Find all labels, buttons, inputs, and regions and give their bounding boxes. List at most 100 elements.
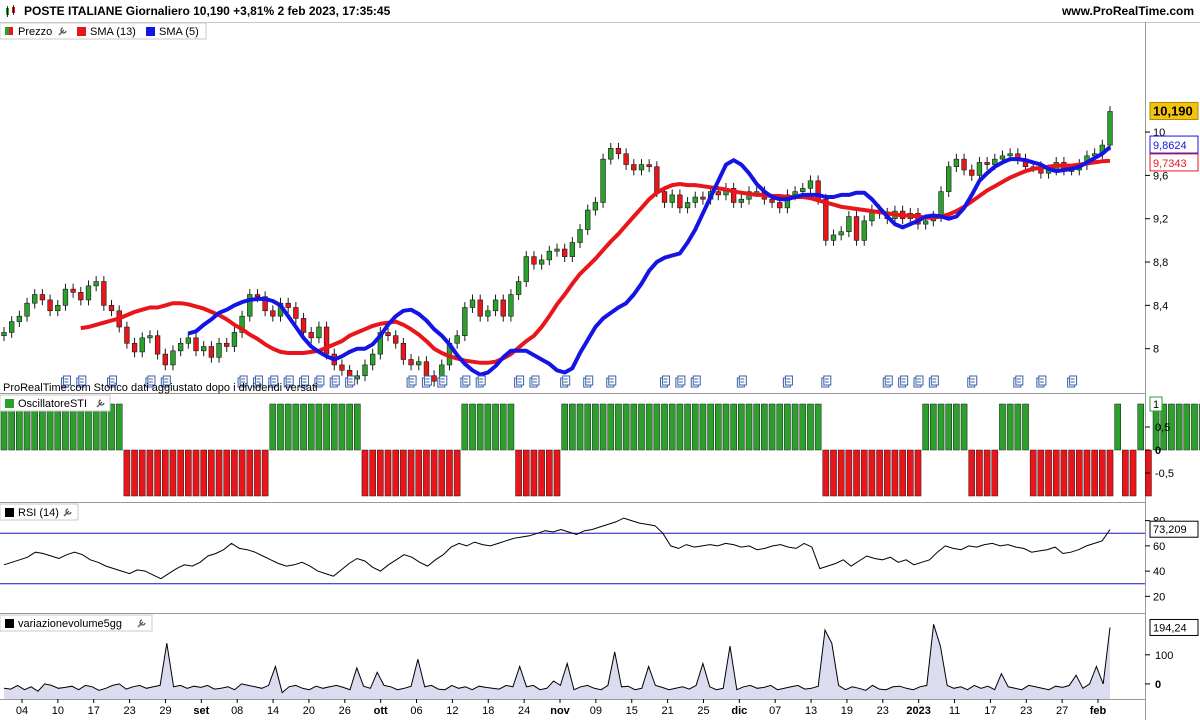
document-icon[interactable] [967,375,978,388]
document-icon[interactable] [529,375,540,388]
oscillator-bar [1191,403,1198,451]
candle [201,346,207,352]
document-icon[interactable] [1036,375,1047,388]
date-label: 09 [590,705,602,717]
document-icon[interactable] [345,375,356,388]
candle [853,216,860,241]
oscillator-bar [346,403,353,451]
oscillator-bar [899,449,906,497]
document-icon[interactable] [560,375,571,388]
oscillator-bar [438,449,446,497]
oscillator-bar [553,449,561,497]
oscillator-bar [330,403,338,451]
volume-panel[interactable]: 100 0 194,24 variazionevolume5gg [0,614,1199,699]
candle [492,299,499,312]
document-icon[interactable] [421,375,432,388]
oscillator-bar [246,449,254,497]
oscillator-bar [814,403,822,451]
candle [646,164,652,168]
oscillator-bar [738,403,745,451]
oscillator-panel[interactable]: 0,5 0 -0,5 1 OscillatoreSTI [0,394,1200,497]
date-label: 11 [949,705,960,717]
oscillator-bar [261,449,269,497]
legend-sma13: SMA (13) [90,26,136,38]
date-label: 08 [231,705,243,717]
date-label: 19 [841,705,853,717]
oscillator-bar [830,449,837,497]
document-icon[interactable] [913,375,924,388]
document-icon[interactable] [583,375,594,388]
candle [316,326,322,339]
oscillator-bar [1137,403,1145,451]
oscillator-bar [576,403,584,451]
document-icon[interactable] [514,375,525,388]
oscillator-bar [1037,449,1045,497]
volume-tag: 194,24 [1149,618,1199,636]
oscillator-bar [615,403,622,451]
oscillator-bar [369,449,376,497]
oscillator-bar [1006,403,1014,451]
document-icon[interactable] [690,375,701,388]
chart-area[interactable]: 88,48,89,29,610 10,1909,86249,7343 ProRe… [0,22,1200,720]
document-icon[interactable] [898,375,909,388]
candle [500,299,506,317]
oscillator-bar [200,449,207,497]
oscillator-bar [922,403,929,451]
rsi-last-value: 73,209 [1153,524,1187,536]
date-label: 04 [16,705,28,717]
oscillator-bar [976,449,983,497]
oscillator-bar [208,449,215,497]
oscillator-bar [991,449,999,497]
document-icon[interactable] [437,375,448,388]
candle [669,194,675,203]
document-icon[interactable] [460,375,471,388]
oscillator-bar [307,403,315,451]
candle [139,337,145,353]
oscillator-bar [277,403,284,451]
document-icon[interactable] [782,375,793,388]
osc-tick-label: -0,5 [1155,468,1174,480]
document-icon[interactable] [406,375,417,388]
candle [477,299,483,317]
oscillator-bar [254,449,261,497]
candle [861,220,867,241]
oscillator-bar [999,403,1006,451]
rsi-panel[interactable]: 80604020 73,209 RSI (14) [0,503,1199,603]
price-panel[interactable]: 88,48,89,29,610 10,1909,86249,7343 ProRe… [0,22,1199,394]
document-icon[interactable] [475,375,486,388]
document-icon[interactable] [821,375,832,388]
oscillator-bar [630,403,638,451]
site-link[interactable]: www.ProRealTime.com [1062,4,1194,18]
candle [454,335,460,344]
document-icon[interactable] [329,375,340,388]
document-icon[interactable] [928,375,939,388]
oscillator-bar [768,403,776,451]
date-label: 12 [446,705,458,717]
document-icon[interactable] [736,375,747,388]
date-label: 13 [805,705,817,717]
candle [393,335,399,344]
candle [631,164,637,171]
document-icon[interactable] [660,375,671,388]
candle [308,332,314,339]
oscillator-bar [761,403,768,451]
oscillator-bar [192,449,200,497]
candle [62,288,69,306]
volume-legend: variazionevolume5gg [0,614,153,632]
document-icon[interactable] [606,375,617,388]
candle [976,162,983,176]
document-icon[interactable] [1013,375,1024,388]
legend-sma5: SMA (5) [159,26,199,38]
candle [938,191,944,217]
date-label: 26 [339,705,351,717]
document-icon[interactable] [882,375,893,388]
candle [162,353,168,366]
candle [124,326,130,344]
document-icon[interactable] [1067,375,1078,388]
oscillator-bar [953,403,960,451]
document-icon[interactable] [675,375,686,388]
oscillator-bar [515,449,522,497]
price-legend-swatch2 [9,27,13,35]
candle [946,166,952,192]
candle [554,248,560,252]
